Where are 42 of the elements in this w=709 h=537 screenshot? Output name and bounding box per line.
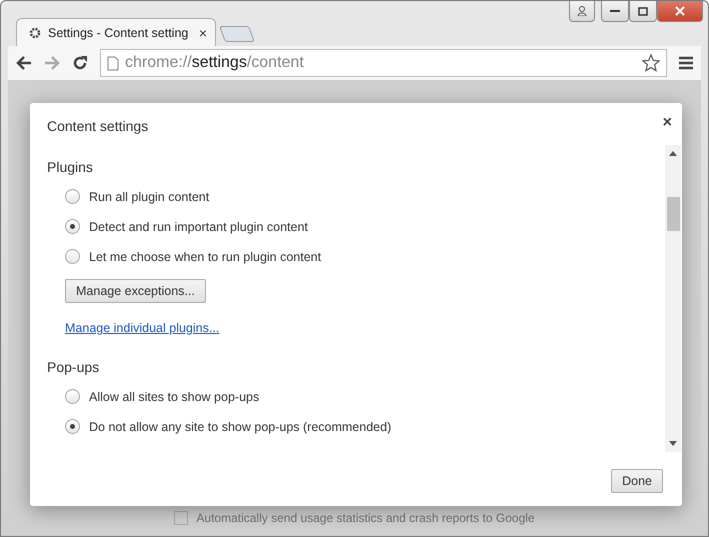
radio-button[interactable] — [65, 389, 80, 404]
radio-button[interactable] — [65, 219, 80, 234]
tab-title: Settings - Content setting — [48, 26, 190, 40]
address-bar[interactable]: chrome://settings/content — [100, 49, 667, 77]
manage-plugins-link[interactable]: Manage individual plugins... — [65, 321, 220, 335]
radio-button[interactable] — [65, 189, 80, 204]
radio-button[interactable] — [65, 249, 80, 264]
back-icon[interactable] — [16, 56, 32, 70]
checkbox-label: Automatically send usage statistics and crash reports to Google — [196, 511, 535, 525]
section-heading: Plugins — [47, 159, 94, 175]
minimize-icon — [610, 9, 620, 13]
browser-tab[interactable]: Settings - Content setting × — [16, 18, 216, 46]
scrollbar-thumb[interactable] — [666, 196, 680, 230]
scroll-up-icon[interactable] — [669, 151, 677, 156]
person-icon — [577, 6, 587, 16]
profile-button[interactable] — [569, 1, 595, 22]
close-window-button[interactable] — [657, 1, 703, 22]
url-text: chrome://settings/content — [125, 54, 305, 72]
done-button[interactable]: Done — [611, 469, 663, 493]
maximize-button[interactable] — [629, 1, 657, 22]
star-icon[interactable] — [642, 54, 660, 72]
close-button[interactable]: × — [662, 114, 672, 132]
radio-label: Detect and run important plugin content — [89, 220, 308, 234]
scrollbar[interactable] — [665, 145, 681, 452]
checkbox[interactable] — [174, 511, 188, 525]
close-icon — [675, 6, 685, 16]
radio-label: Allow all sites to show pop-ups — [89, 390, 260, 404]
menu-icon[interactable] — [679, 56, 693, 70]
scroll-down-icon[interactable] — [669, 441, 677, 446]
gear-icon — [29, 26, 41, 38]
section-heading: Pop-ups — [47, 359, 100, 375]
page-icon — [107, 56, 119, 70]
dialog-title: Content settings — [47, 118, 148, 136]
radio-label: Let me choose when to run plugin content — [89, 250, 322, 264]
reload-icon[interactable] — [72, 55, 88, 71]
radio-label: Do not allow any site to show pop-ups (recommended) — [89, 420, 392, 434]
manage-exceptions-button[interactable]: Manage exceptions... — [65, 279, 206, 303]
radio-button[interactable] — [65, 419, 80, 434]
tab-close-button[interactable]: × — [198, 24, 207, 40]
maximize-icon — [638, 6, 648, 16]
minimize-button[interactable] — [601, 1, 629, 22]
radio-label: Run all plugin content — [89, 190, 210, 204]
